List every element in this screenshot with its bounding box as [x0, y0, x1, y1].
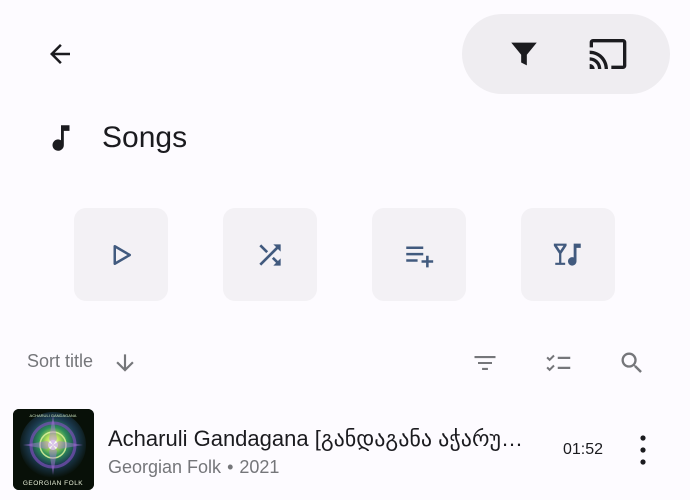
back-button[interactable]	[34, 32, 86, 76]
subtitle-separator: •	[227, 457, 234, 477]
arrow-down-icon	[116, 354, 134, 372]
music-note-icon	[52, 125, 70, 151]
cover-caption: GEORGIAN FOLK	[23, 480, 83, 487]
search-button[interactable]	[613, 344, 651, 382]
filter-button[interactable]	[494, 24, 554, 84]
sort-direction-button[interactable]	[108, 346, 142, 380]
play-all-button[interactable]	[74, 208, 168, 301]
add-to-queue-button[interactable]	[372, 208, 466, 301]
song-more-button[interactable]	[626, 430, 660, 470]
shuffle-icon	[259, 243, 281, 266]
song-duration: 01:52	[563, 441, 604, 458]
cast-button[interactable]	[578, 24, 638, 84]
song-row[interactable]: ACHARULI GANDAGANA GEORGIAN FOLK Acharul…	[0, 404, 690, 494]
search-icon	[621, 352, 642, 373]
more-vertical-icon	[640, 435, 646, 465]
filter-icon	[511, 42, 537, 66]
sort-options-button[interactable]	[466, 344, 504, 382]
play-icon	[113, 244, 131, 265]
arrow-left-icon	[50, 44, 70, 64]
sort-bar: Sort title	[0, 336, 690, 388]
shuffle-button[interactable]	[223, 208, 317, 301]
song-year: 2021	[239, 457, 280, 477]
page-title: Songs	[102, 121, 188, 154]
song-artist: Georgian Folk	[108, 457, 222, 477]
song-subtitle: Georgian Folk • 2021	[108, 457, 279, 478]
page-heading: Songs	[44, 112, 187, 164]
cover-top-text: ACHARULI GANDAGANA	[30, 413, 77, 418]
sort-label[interactable]: Sort title	[27, 351, 93, 372]
sort-lines-icon	[474, 356, 496, 370]
select-mode-button[interactable]	[540, 344, 578, 382]
top-actions-pill	[462, 14, 670, 94]
song-title: Acharuli Gandagana [განდაგანა აჭარული]	[108, 426, 540, 451]
playlist-add-icon	[406, 246, 434, 267]
cast-icon	[589, 39, 627, 69]
party-mode-button[interactable]	[521, 208, 615, 301]
checklist-icon	[546, 354, 571, 372]
quick-actions	[0, 208, 690, 301]
party-mode-icon	[553, 243, 581, 266]
album-cover: ACHARULI GANDAGANA GEORGIAN FOLK	[13, 409, 94, 490]
